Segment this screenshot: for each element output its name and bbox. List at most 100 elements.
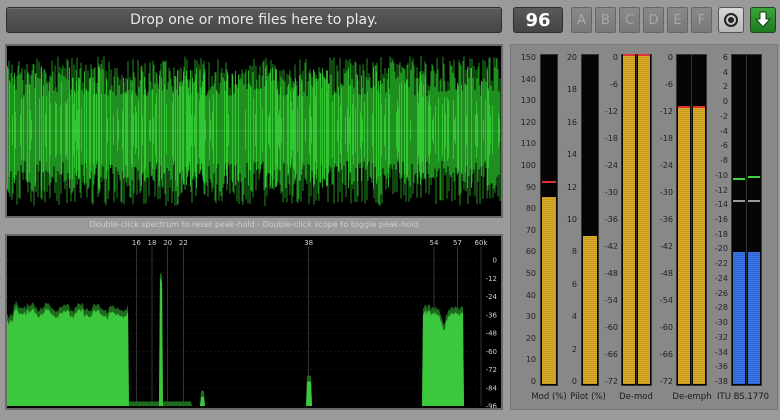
meter-tick-label: -34 <box>714 347 728 357</box>
meter-tick-label: -30 <box>659 188 673 197</box>
meter-tick-label: -18 <box>714 229 728 239</box>
itu-meter-right <box>746 54 762 386</box>
meter-level-fill <box>623 56 635 384</box>
meter-tick-label: -16 <box>714 215 728 224</box>
meter-tick-label: 140 <box>520 74 536 84</box>
meter-tick-label: -42 <box>604 242 618 251</box>
meter-tick-label: -30 <box>714 318 728 328</box>
meter-tick-label: -66 <box>659 350 673 359</box>
meter-tick-label: 20 <box>566 53 577 62</box>
meter-tick-label: -6 <box>610 80 618 89</box>
meter-tick-label: -36 <box>714 362 728 372</box>
deemph-meter-left <box>676 54 692 386</box>
meter-peak-marker <box>678 105 690 108</box>
meter-tick-label: -8 <box>720 156 728 166</box>
meter-tick-label: 0 <box>530 377 536 386</box>
meter-tick-label: 80 <box>525 204 536 214</box>
meters-layer: 150 140 130 120 110 100 90 80 70 60 50 40 30 20 10 0 Mod… <box>0 0 780 420</box>
meter-tick-label: -28 <box>714 303 728 313</box>
meter-tick-label: 14 <box>566 150 577 160</box>
meter-tick-label: 16 <box>566 117 577 127</box>
deemph-meter-right <box>691 54 707 386</box>
meter-tick-label: 12 <box>566 182 577 192</box>
meter-label: Mod (%) <box>531 392 567 402</box>
meter-tick-label: -48 <box>659 269 673 278</box>
meter-tick-label: 6 <box>722 53 728 62</box>
meter-tick-label: 50 <box>525 269 536 278</box>
meter-label: Pilot (%) <box>570 392 606 402</box>
meter-tick-label: -48 <box>604 269 618 278</box>
meter-tick-label: -54 <box>659 296 673 305</box>
meter-tick-label: -14 <box>714 200 728 210</box>
meter-tick-label: -66 <box>604 350 618 359</box>
meter-tick-label: 70 <box>525 225 536 235</box>
meter-label: De-emph <box>672 392 712 402</box>
meter-tick-label: 60 <box>525 247 536 257</box>
meter-tick-label: 4 <box>571 312 577 322</box>
meter-level-fill <box>542 197 556 384</box>
meter-tick-label: 10 <box>566 215 577 224</box>
meter-tick-label: -20 <box>714 244 728 254</box>
meter-tick-label: -24 <box>659 161 673 170</box>
mod-meter <box>540 54 558 386</box>
meter-tick-label: 0 <box>667 53 673 62</box>
meter-tick-label: -54 <box>604 296 618 305</box>
meter-tick-label: 90 <box>525 182 536 192</box>
meter-tick-label: 40 <box>525 290 536 300</box>
meter-tick-label: 8 <box>571 247 577 257</box>
meter-level-fill <box>583 235 597 384</box>
meter-tick-label: 18 <box>566 85 577 95</box>
meter-peak-marker <box>693 105 705 108</box>
pilot-meter <box>581 54 599 386</box>
meter-tick-label: -10 <box>714 170 728 180</box>
meter-tick-label: -42 <box>659 242 673 251</box>
meter-label: ITU BS.1770 <box>717 392 770 402</box>
meter-tick-label: -30 <box>604 188 618 197</box>
meter-peak-marker <box>748 199 760 202</box>
meter-tick-label: -60 <box>604 323 618 332</box>
meter-tick-label: 120 <box>520 117 536 127</box>
meter-label: De-mod <box>619 392 653 402</box>
itu-meter-left <box>731 54 747 386</box>
meter-level-fill <box>693 108 705 384</box>
meter-tick-label: -2 <box>720 111 728 121</box>
meter-tick-label: 6 <box>571 279 577 289</box>
meter-level-fill <box>748 252 760 384</box>
meter-tick-label: 0 <box>722 97 728 107</box>
meter-level-fill <box>733 252 745 384</box>
meter-peak-marker <box>733 199 745 202</box>
meter-peak-marker <box>542 180 556 183</box>
demod-meter-right <box>636 53 652 386</box>
meter-tick-label: -18 <box>659 134 673 143</box>
meter-tick-label: 110 <box>520 139 536 149</box>
meter-tick-label: 0 <box>612 53 618 62</box>
meter-tick-label: 100 <box>520 161 536 170</box>
meter-tick-label: -72 <box>659 377 673 386</box>
meter-tick-label: -72 <box>604 377 618 386</box>
meter-tick-label: -36 <box>659 215 673 224</box>
meter-level-fill <box>638 56 650 384</box>
meter-tick-label: -12 <box>714 185 728 195</box>
meter-tick-label: -36 <box>604 215 618 224</box>
meter-tick-label: -32 <box>714 332 728 342</box>
meter-tick-label: -22 <box>714 259 728 269</box>
meter-tick-label: -4 <box>720 126 728 136</box>
meter-tick-label: -24 <box>714 273 728 283</box>
meter-tick-label: -6 <box>720 141 728 151</box>
demod-meter-left <box>621 53 637 386</box>
meter-peak-marker <box>733 177 745 180</box>
meter-tick-label: -12 <box>659 107 673 116</box>
meter-tick-label: 30 <box>525 312 536 322</box>
meter-peak-marker <box>748 176 760 179</box>
meter-tick-label: -18 <box>604 134 618 143</box>
meter-tick-label: -26 <box>714 288 728 298</box>
meter-tick-label: 0 <box>571 377 577 386</box>
meter-tick-label: 150 <box>520 53 536 62</box>
meter-tick-label: 2 <box>722 82 728 92</box>
meter-tick-label: -24 <box>604 161 618 170</box>
meter-tick-label: 2 <box>571 344 577 354</box>
meter-peak-marker <box>623 53 635 56</box>
meter-tick-label: -6 <box>665 80 673 89</box>
meter-tick-label: -60 <box>659 323 673 332</box>
meter-peak-marker <box>638 53 650 56</box>
